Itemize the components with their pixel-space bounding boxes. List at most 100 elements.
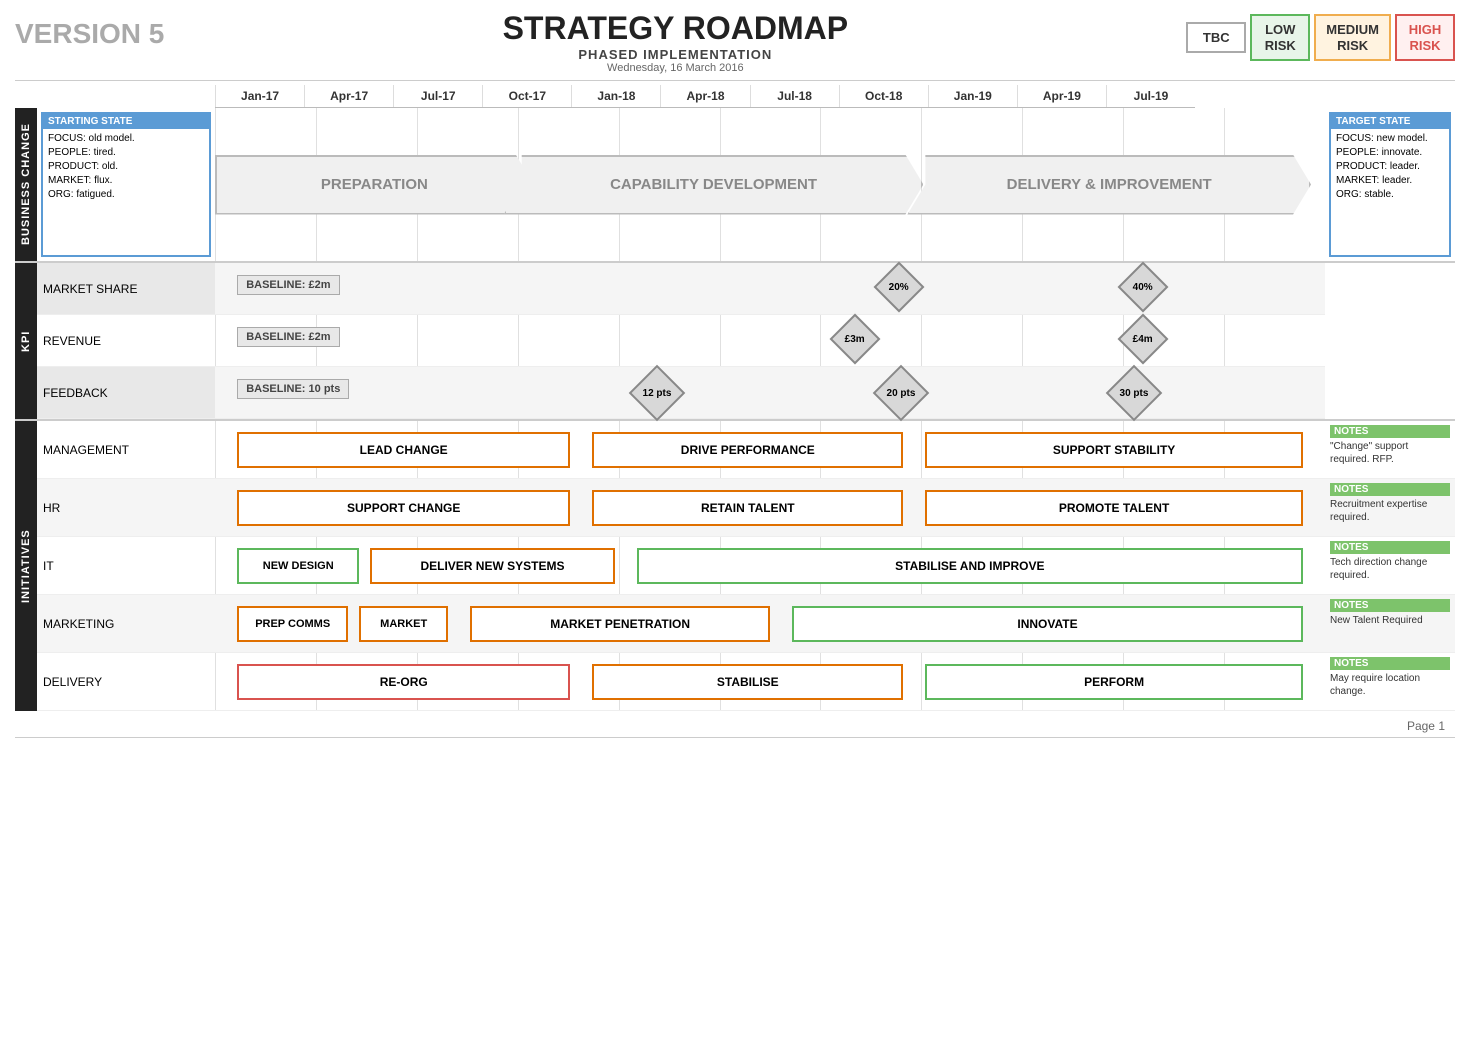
feedback-diamond-12: 12 pts xyxy=(637,373,677,413)
marketing-notes-title: NOTES xyxy=(1330,599,1450,612)
initiatives-left: INITIATIVES MANAGEMENT HR IT MARKETING D… xyxy=(15,421,215,711)
feedback-diamond-20: 20 pts xyxy=(881,373,921,413)
re-org-bar: RE-ORG xyxy=(237,664,570,700)
tl-col-jan19: Jan-19 xyxy=(928,85,1017,107)
marketing-label: MARKETING xyxy=(37,595,215,653)
header-divider xyxy=(15,80,1455,81)
initiatives-section: INITIATIVES MANAGEMENT HR IT MARKETING D… xyxy=(15,421,1455,711)
timeline-header-spacer xyxy=(15,85,215,108)
preparation-shape: PREPARATION xyxy=(215,155,534,215)
kpi-feedback-track: BASELINE: 10 pts 12 pts 20 pts 30 pts xyxy=(215,367,1325,419)
tl-col-jul19: Jul-19 xyxy=(1106,85,1195,107)
phase-arrows: PREPARATION CAPABILITY DEVELOPMENT DELIV… xyxy=(215,150,1325,220)
risk-badge-high: HIGHRISK xyxy=(1395,14,1455,61)
market-penetration-bar: MARKET PENETRATION xyxy=(470,606,770,642)
marketing-notes-body: New Talent Required xyxy=(1330,614,1450,627)
risk-badge-low: LOWRISK xyxy=(1250,14,1310,61)
delivery-notes: NOTES May require location change. xyxy=(1325,653,1455,711)
perform-bar: PERFORM xyxy=(925,664,1302,700)
feedback-baseline: BASELINE: 10 pts xyxy=(237,379,349,399)
delivery-notes-body: May require location change. xyxy=(1330,672,1450,698)
target-state-title: TARGET STATE xyxy=(1331,114,1449,129)
kpi-section: KPI MARKET SHARE REVENUE FEEDBACK BASELI… xyxy=(15,263,1455,421)
delivery-notes-title: NOTES xyxy=(1330,657,1450,670)
bc-left: BUSINESS CHANGE STARTING STATE FOCUS: ol… xyxy=(15,108,215,261)
target-state-box: TARGET STATE FOCUS: new model.PEOPLE: in… xyxy=(1329,112,1451,257)
management-label: MANAGEMENT xyxy=(37,421,215,479)
tl-col-apr19: Apr-19 xyxy=(1017,85,1106,107)
management-notes-title: NOTES xyxy=(1330,425,1450,438)
target-state-content: FOCUS: new model.PEOPLE: innovate.PRODUC… xyxy=(1331,129,1449,205)
market-bar: MARKET xyxy=(359,606,448,642)
tl-col-oct17: Oct-17 xyxy=(482,85,571,107)
bc-right: TARGET STATE FOCUS: new model.PEOPLE: in… xyxy=(1325,108,1455,261)
kpi-market-share-track: BASELINE: £2m 20% 40% xyxy=(215,263,1325,315)
drive-performance-bar: DRIVE PERFORMANCE xyxy=(592,432,903,468)
tl-col-jan17: Jan-17 xyxy=(215,85,304,107)
notes-column: NOTES "Change" support required. RFP. NO… xyxy=(1325,421,1455,711)
starting-state-box: STARTING STATE FOCUS: old model.PEOPLE: … xyxy=(41,112,211,257)
main-title: STRATEGY ROADMAP xyxy=(503,10,849,47)
market-share-diamond-20: 20% xyxy=(881,269,917,305)
subtitle: PHASED IMPLEMENTATION xyxy=(503,47,849,62)
version-label: VERSION 5 xyxy=(15,10,164,50)
risk-badge-medium: MEDIUMRISK xyxy=(1314,14,1391,61)
initiatives-tracks: LEAD CHANGE DRIVE PERFORMANCE SUPPORT ST… xyxy=(215,421,1325,711)
hr-notes-body: Recruitment expertise required. xyxy=(1330,498,1450,524)
hr-notes: NOTES Recruitment expertise required. xyxy=(1325,479,1455,537)
tl-col-jul18: Jul-18 xyxy=(750,85,839,107)
starting-state-content: FOCUS: old model.PEOPLE: tired.PRODUCT: … xyxy=(43,129,209,205)
capability-shape: CAPABILITY DEVELOPMENT xyxy=(504,155,924,215)
timeline-header-row: Jan-17 Apr-17 Jul-17 Oct-17 Jan-18 Apr-1… xyxy=(15,85,1455,108)
marketing-notes: NOTES New Talent Required xyxy=(1325,595,1455,653)
management-notes-body: "Change" support required. RFP. xyxy=(1330,440,1450,466)
it-notes-title: NOTES xyxy=(1330,541,1450,554)
innovate-bar: INNOVATE xyxy=(792,606,1303,642)
management-track: LEAD CHANGE DRIVE PERFORMANCE SUPPORT ST… xyxy=(215,421,1325,479)
kpi-market-share-label: MARKET SHARE xyxy=(37,263,215,315)
it-track: NEW DESIGN DELIVER NEW SYSTEMS STABILISE… xyxy=(215,537,1325,595)
hr-track: SUPPORT CHANGE RETAIN TALENT PROMOTE TAL… xyxy=(215,479,1325,537)
market-share-baseline: BASELINE: £2m xyxy=(237,275,339,295)
management-notes: NOTES "Change" support required. RFP. xyxy=(1325,421,1455,479)
tl-col-apr18: Apr-18 xyxy=(660,85,749,107)
kpi-right-spacer xyxy=(1325,263,1455,419)
delivery-arrow: DELIVERY & IMPROVEMENT xyxy=(921,150,1325,220)
initiatives-section-label: INITIATIVES xyxy=(15,421,37,711)
revenue-baseline: BASELINE: £2m xyxy=(237,327,339,347)
hr-notes-title: NOTES xyxy=(1330,483,1450,496)
header: VERSION 5 STRATEGY ROADMAP PHASED IMPLEM… xyxy=(15,10,1455,74)
initiatives-sublabels: MANAGEMENT HR IT MARKETING DELIVERY xyxy=(37,421,215,711)
new-design-bar: NEW DESIGN xyxy=(237,548,359,584)
kpi-sublabels: MARKET SHARE REVENUE FEEDBACK xyxy=(37,263,215,419)
kpi-revenue-label: REVENUE xyxy=(37,315,215,367)
market-share-diamond-40: 40% xyxy=(1125,269,1161,305)
deliver-new-systems-bar: DELIVER NEW SYSTEMS xyxy=(370,548,614,584)
timeline-cols: Jan-17 Apr-17 Jul-17 Oct-17 Jan-18 Apr-1… xyxy=(215,85,1195,108)
delivery-label: DELIVERY xyxy=(37,653,215,711)
it-label: IT xyxy=(37,537,215,595)
notes-header-spacer xyxy=(1325,85,1455,108)
prep-comms-bar: PREP COMMS xyxy=(237,606,348,642)
title-block: STRATEGY ROADMAP PHASED IMPLEMENTATION W… xyxy=(503,10,849,74)
page: VERSION 5 STRATEGY ROADMAP PHASED IMPLEM… xyxy=(0,0,1470,1044)
lead-change-bar: LEAD CHANGE xyxy=(237,432,570,468)
delivery-shape: DELIVERY & IMPROVEMENT xyxy=(907,155,1311,215)
bc-center: PREPARATION CAPABILITY DEVELOPMENT DELIV… xyxy=(215,108,1325,261)
revenue-diamond-3m: £3m xyxy=(837,321,873,357)
date-text: Wednesday, 16 March 2016 xyxy=(503,62,849,74)
kpi-revenue-track: BASELINE: £2m £3m £4m xyxy=(215,315,1325,367)
kpi-feedback-label: FEEDBACK xyxy=(37,367,215,419)
support-change-bar: SUPPORT CHANGE xyxy=(237,490,570,526)
bc-section-label: BUSINESS CHANGE xyxy=(15,108,37,261)
page-number: Page 1 xyxy=(15,719,1455,733)
tl-col-apr17: Apr-17 xyxy=(304,85,393,107)
it-notes-body: Tech direction change required. xyxy=(1330,556,1450,582)
preparation-arrow: PREPARATION xyxy=(215,150,518,220)
feedback-diamond-30: 30 pts xyxy=(1114,373,1154,413)
tl-col-jan18: Jan-18 xyxy=(571,85,660,107)
kpi-section-label: KPI xyxy=(15,263,37,419)
tl-col-jul17: Jul-17 xyxy=(393,85,482,107)
stabilise-improve-bar: STABILISE AND IMPROVE xyxy=(637,548,1303,584)
hr-label: HR xyxy=(37,479,215,537)
